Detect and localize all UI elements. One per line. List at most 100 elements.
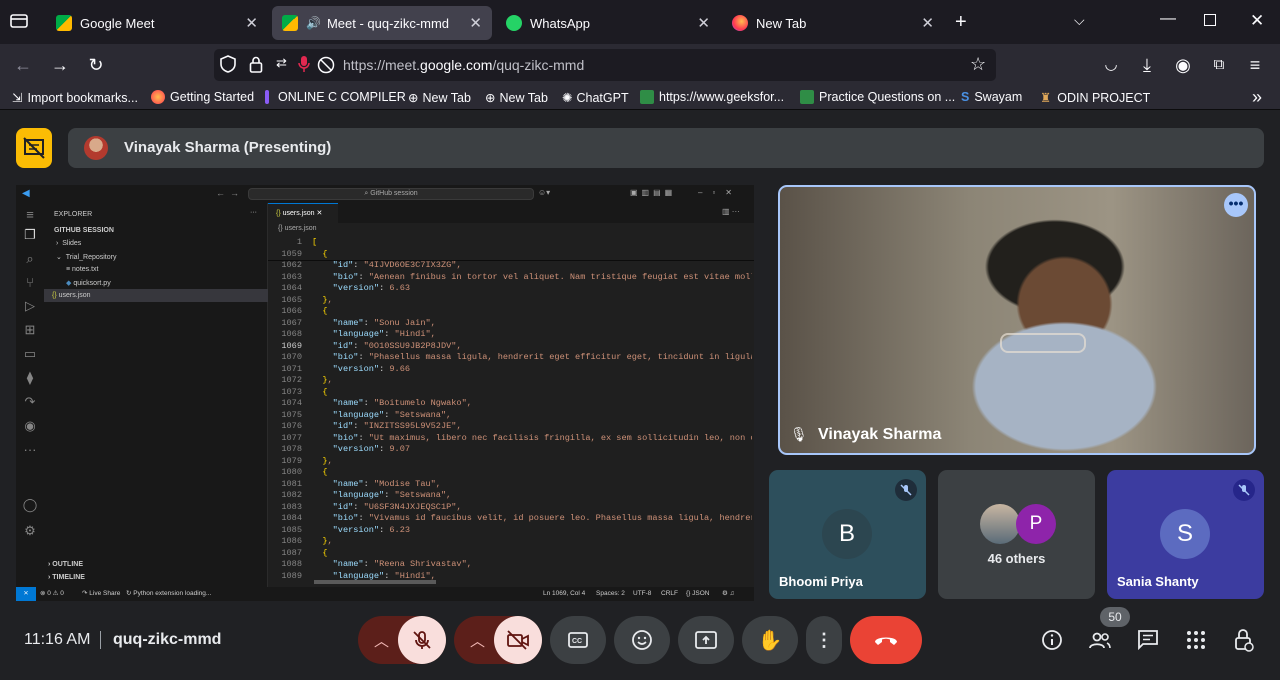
close-tab-icon[interactable]: ✕: [921, 14, 934, 32]
microphone-in-use-icon[interactable]: [298, 55, 310, 78]
bookmark-odin-project[interactable]: ♜ ODIN PROJECT: [1040, 90, 1150, 106]
presentation-icon[interactable]: [16, 128, 52, 168]
line-number: 1067: [281, 317, 302, 328]
lock-icon[interactable]: [249, 56, 263, 78]
code-line: "language": "Setswana",: [332, 490, 452, 500]
bookmark-label: ONLINE C COMPILER: [278, 90, 406, 104]
participant-tile-sania[interactable]: S Sania Shanty: [1107, 470, 1264, 599]
tab-whatsapp[interactable]: WhatsApp ✕: [496, 6, 720, 40]
reactions-button[interactable]: [614, 616, 670, 664]
downloads-icon[interactable]: ⤓: [1136, 54, 1158, 76]
horizontal-scrollbar: [314, 580, 436, 584]
close-tab-icon[interactable]: ✕: [469, 14, 482, 32]
search-icon: ⌕: [26, 251, 34, 266]
bookmark-label: New Tab: [499, 90, 548, 105]
url-bar[interactable]: ⇄ https://meet.google.com/quq-zikc-mmd ☆: [214, 49, 996, 81]
bookmark-label: ChatGPT: [576, 90, 629, 105]
line-number: 1075: [281, 409, 302, 420]
participant-avatar: B: [822, 509, 872, 559]
close-window-button[interactable]: ✕: [1250, 11, 1264, 31]
mic-off-button[interactable]: [398, 616, 446, 664]
camera-off-icon: [507, 630, 529, 650]
tab-meet-active[interactable]: 🔊 Meet - quq-zikc-mmd ✕: [272, 6, 492, 40]
code-line: "bio": "Phasellus massa ligula, hendreri…: [332, 352, 752, 362]
menu-icon: ≡: [26, 207, 34, 222]
bookmark-new-tab-2[interactable]: ⊕ New Tab: [485, 90, 548, 106]
restore-window-button[interactable]: [1204, 14, 1216, 26]
info-icon: [1042, 630, 1062, 650]
forward-arrow-icon[interactable]: →: [49, 54, 71, 76]
people-button[interactable]: [1087, 627, 1113, 653]
code-line: "version": 6.23: [332, 524, 411, 535]
speaker-icon[interactable]: 🔊: [306, 16, 321, 30]
language-mode: {} JSON: [686, 590, 710, 597]
bookmark-star-icon[interactable]: ☆: [970, 54, 986, 75]
more-options-icon[interactable]: •••: [1224, 193, 1248, 217]
chat-icon: [1138, 630, 1158, 651]
pocket-icon[interactable]: ◡: [1100, 54, 1122, 76]
geeksforgeeks-icon: [640, 90, 654, 104]
minimize-window-button[interactable]: —: [1160, 10, 1176, 28]
account-icon[interactable]: ◉: [1172, 54, 1194, 76]
chevron-down-icon[interactable]: ⌵: [1074, 12, 1085, 29]
bookmark-practice-questions[interactable]: Practice Questions on ...: [800, 90, 955, 104]
bookmark-import[interactable]: ⇲ Import bookmarks...: [12, 90, 138, 106]
code-line: "id": "4IJVD6OE3C7IX3ZG",: [332, 260, 462, 270]
meeting-info-button[interactable]: [1039, 627, 1065, 653]
more-bookmarks-icon[interactable]: »: [1252, 87, 1262, 108]
participant-count-badge: 50: [1100, 607, 1130, 627]
back-arrow-icon[interactable]: ←: [12, 54, 34, 76]
permissions-icon[interactable]: ⇄: [276, 55, 287, 71]
tree-label: quicksort.py: [73, 280, 111, 287]
close-tab-icon[interactable]: ✕: [245, 14, 258, 32]
editor-tab-users-json: {} users.json ✕: [268, 203, 338, 223]
close-tab-icon[interactable]: ✕: [697, 14, 710, 32]
shield-icon[interactable]: [220, 55, 236, 78]
captions-button[interactable]: CC: [550, 616, 606, 664]
others-tile[interactable]: P 46 others: [938, 470, 1095, 599]
meet-call-area: Vinayak Sharma (Presenting) ◀ ← → ⌕ GitH…: [0, 111, 1280, 680]
url-text[interactable]: https://meet.google.com/quq-zikc-mmd: [343, 57, 584, 73]
timeline-label: TIMELINE: [52, 574, 85, 581]
reload-icon[interactable]: ↻: [85, 54, 107, 76]
more-options-button[interactable]: ⋮: [806, 616, 842, 664]
tab-google-meet[interactable]: Google Meet ✕: [46, 6, 268, 40]
glasses: [1000, 333, 1086, 353]
camera-off-button[interactable]: [494, 616, 542, 664]
tab-new-tab[interactable]: New Tab ✕: [722, 6, 944, 40]
captions-icon: CC: [568, 632, 588, 648]
chat-button[interactable]: [1135, 627, 1161, 653]
bookmark-swayam[interactable]: S Swayam: [961, 90, 1022, 104]
main-video-tile[interactable]: ••• 🎙 Vinayak Sharma: [778, 185, 1256, 455]
raise-hand-button[interactable]: ✋: [742, 616, 798, 664]
video-options-chevron-icon[interactable]: ︿: [470, 630, 485, 651]
raise-hand-icon: ✋: [757, 629, 783, 652]
bookmark-online-c-compiler[interactable]: ONLINE C COMPILER: [265, 90, 406, 104]
line-number: 1064: [281, 283, 302, 293]
participant-tile-bhoomi[interactable]: B Bhoomi Priya: [769, 470, 926, 599]
present-button[interactable]: [678, 616, 734, 664]
mic-off-icon: [895, 479, 917, 501]
camera-blocked-icon[interactable]: [317, 56, 335, 79]
source-control-icon: ⑂: [26, 275, 34, 290]
new-tab-button[interactable]: +: [955, 11, 967, 34]
code-area: [ { "id": "4IJVD6OE3C7IX3ZG", "bio": "Ae…: [312, 237, 752, 582]
host-controls-button[interactable]: [1231, 627, 1257, 653]
bookmark-label: https://www.geeksfor...: [659, 90, 785, 104]
bookmark-getting-started[interactable]: Getting Started: [151, 90, 254, 104]
bookmark-label: Practice Questions on ...: [819, 90, 956, 104]
bookmark-new-tab-1[interactable]: ⊕ New Tab: [408, 90, 471, 106]
bookmark-geeksforgeeks[interactable]: https://www.geeksfor...: [640, 90, 784, 104]
leave-call-button[interactable]: [850, 616, 922, 664]
code-line: "version": 6.63: [332, 283, 411, 293]
tree-label: users.json: [58, 292, 91, 299]
menu-icon[interactable]: ≡: [1244, 54, 1266, 76]
bookmark-chatgpt[interactable]: ✺ ChatGPT: [562, 90, 629, 106]
tab-list-icon[interactable]: [10, 13, 28, 29]
code-line: "name": "Reena Shrivastav",: [332, 559, 472, 569]
audio-options-chevron-icon[interactable]: ︿: [374, 630, 389, 651]
activities-button[interactable]: [1183, 627, 1209, 653]
extensions-icon[interactable]: ⧉: [1208, 54, 1230, 76]
notifications-icon: ⚙ ♫: [722, 590, 735, 597]
tab-label: users.json: [282, 210, 315, 217]
